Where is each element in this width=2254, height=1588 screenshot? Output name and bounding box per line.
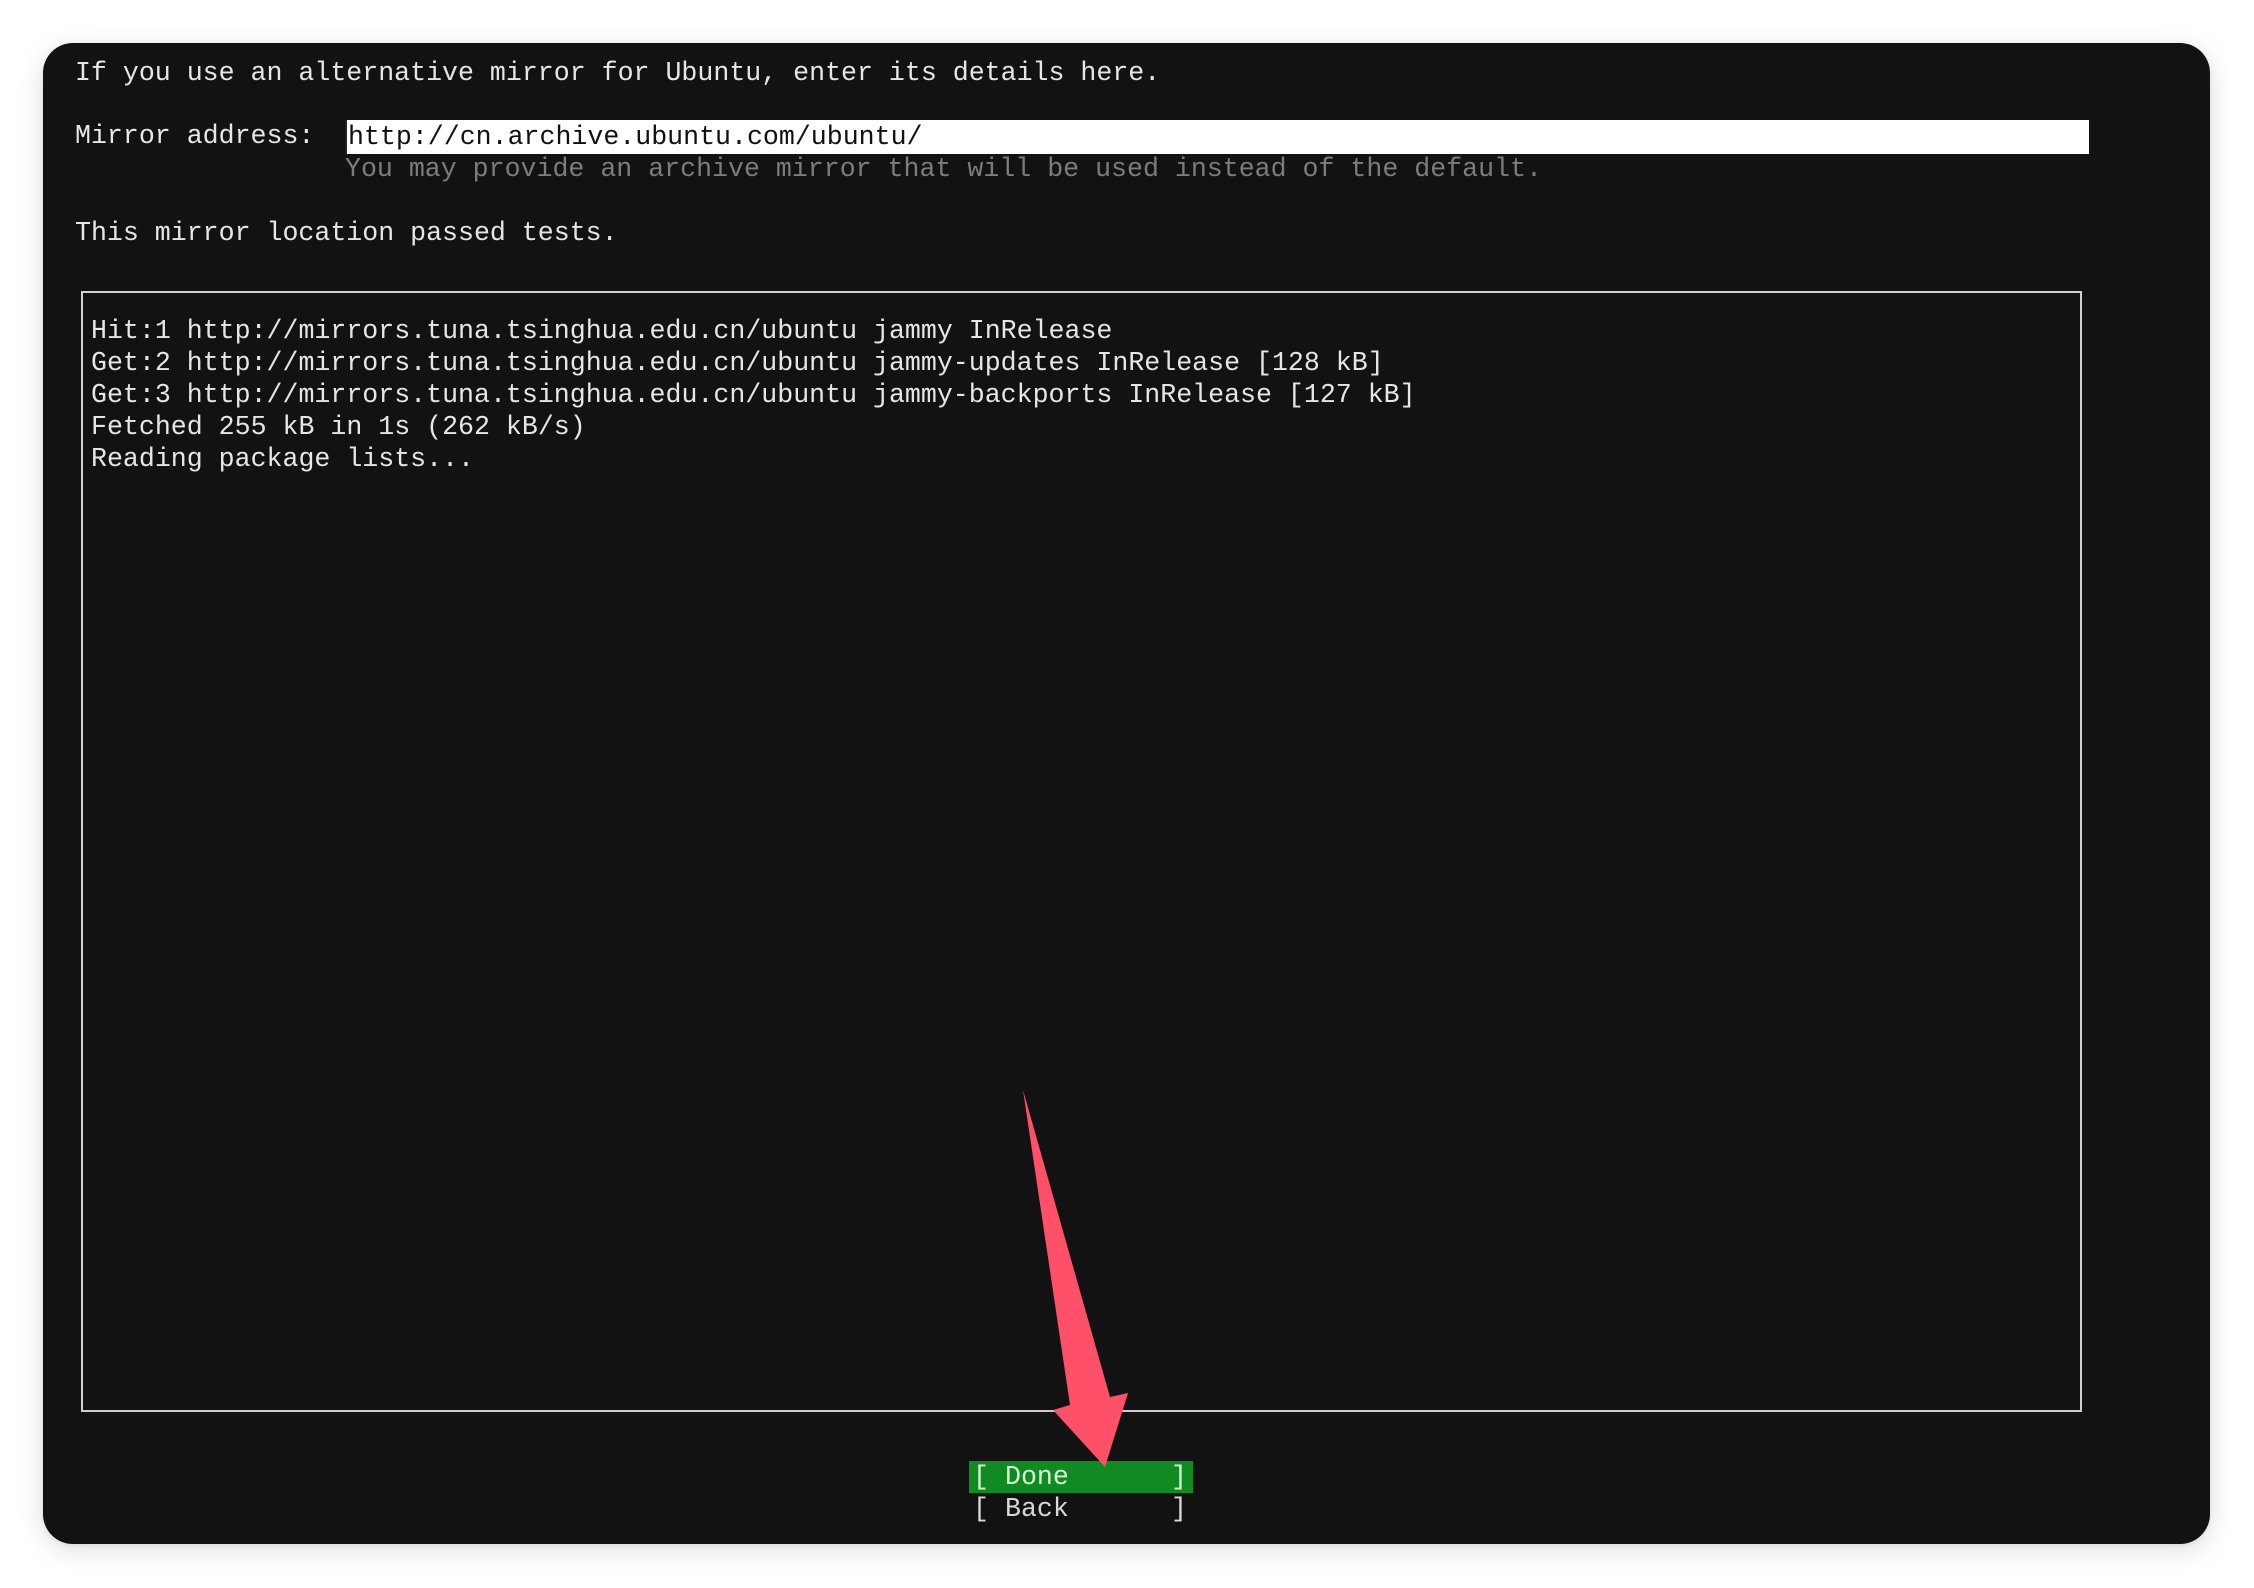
back-button[interactable]: [ Back ] [969,1493,1193,1525]
intro-text: If you use an alternative mirror for Ubu… [75,58,1161,88]
back-left-bracket: [ [973,1494,989,1524]
apt-log-output[interactable]: Hit:1 http://mirrors.tuna.tsinghua.edu.c… [81,291,2082,1412]
mirror-status-text: This mirror location passed tests. [75,218,618,248]
log-line: Hit:1 http://mirrors.tuna.tsinghua.edu.c… [91,316,1113,346]
log-line: Fetched 255 kB in 1s (262 kB/s) [91,412,586,442]
done-button[interactable]: [ Done ] [969,1461,1193,1493]
log-line: Get:3 http://mirrors.tuna.tsinghua.edu.c… [91,380,1416,410]
log-line: Reading package lists... [91,444,475,474]
installer-window: If you use an alternative mirror for Ubu… [43,43,2210,1544]
mirror-address-label: Mirror address: [75,121,315,151]
back-right-bracket: ] [1171,1494,1187,1524]
mirror-address-input[interactable] [345,120,2089,154]
done-right-bracket: ] [1171,1462,1187,1492]
done-left-bracket: [ [973,1462,989,1492]
log-line: Get:2 http://mirrors.tuna.tsinghua.edu.c… [91,348,1384,378]
back-button-label: Back [1005,1494,1069,1524]
mirror-address-hint: You may provide an archive mirror that w… [345,154,1542,184]
done-button-label: Done [1005,1462,1069,1492]
